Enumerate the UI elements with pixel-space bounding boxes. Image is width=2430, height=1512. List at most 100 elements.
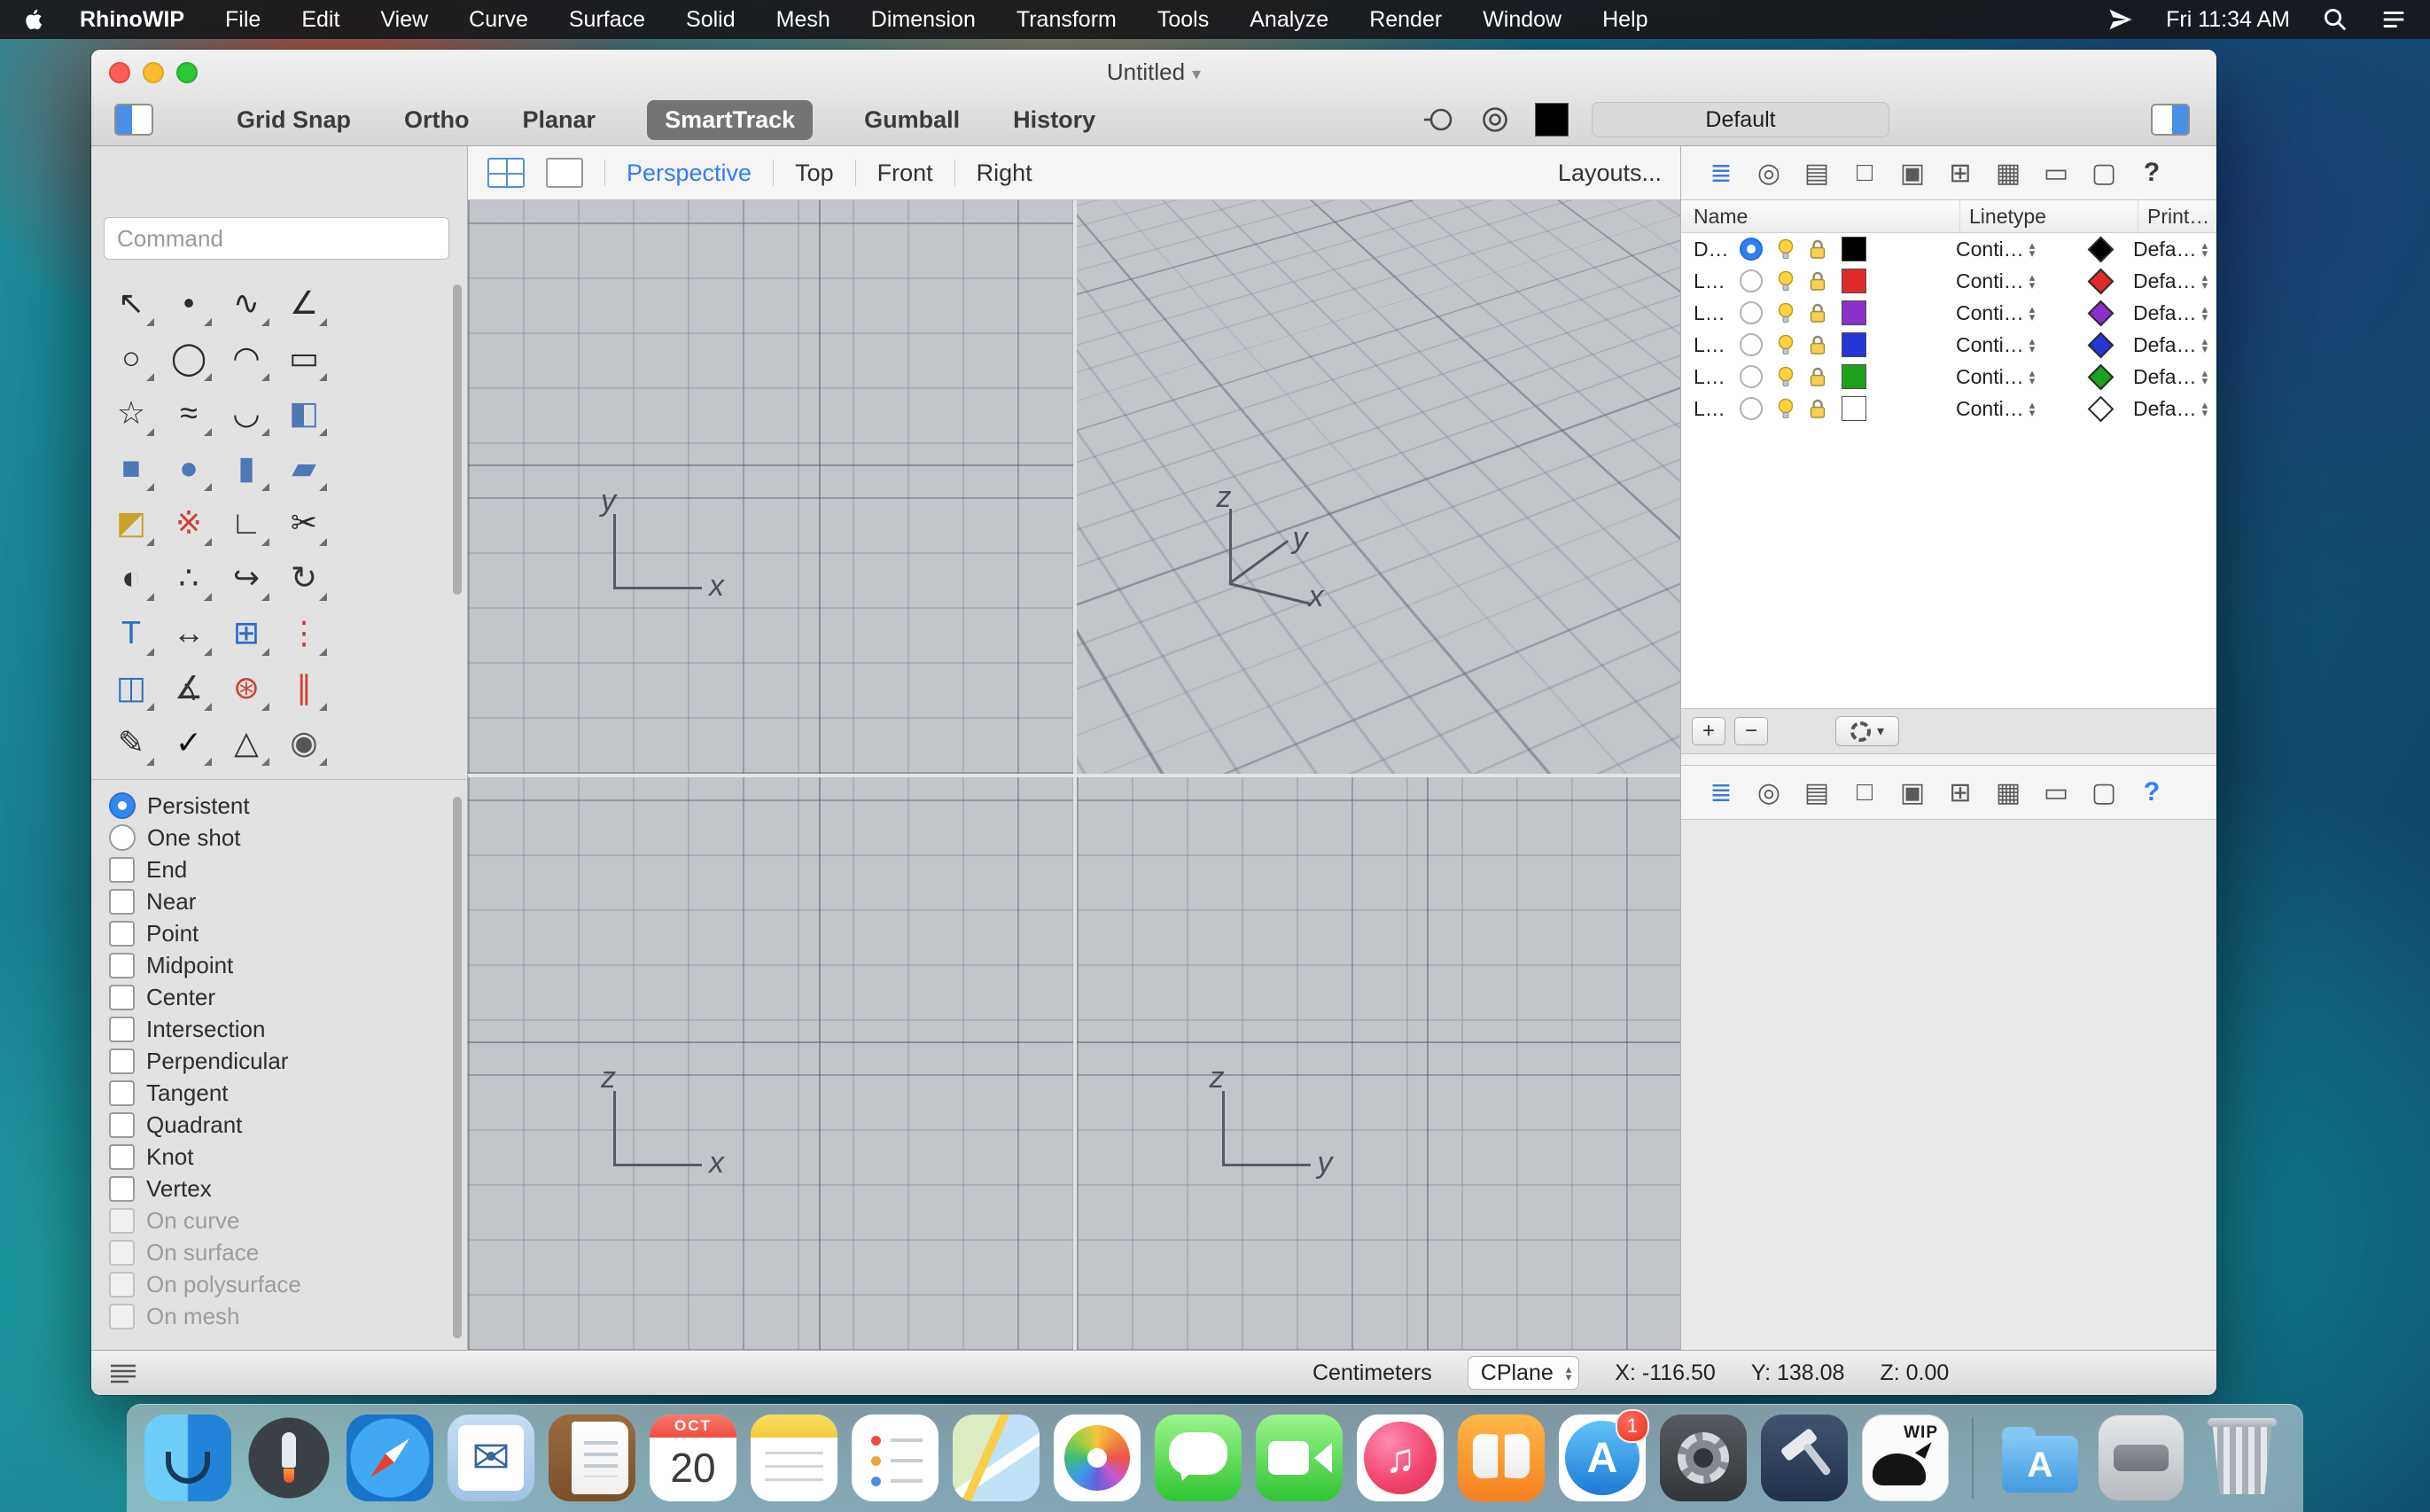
tool-text-object-icon[interactable]: T — [105, 607, 157, 659]
viewport-tab-front[interactable]: Front — [877, 160, 933, 187]
menu-item-solid[interactable]: Solid — [686, 7, 736, 33]
tool-plane-icon[interactable]: ▰ — [278, 442, 330, 494]
viewport-perspective[interactable]: z y x — [1076, 200, 1681, 774]
osnap-mode-persistent[interactable]: Persistent — [109, 790, 439, 822]
menu-item-dimension[interactable]: Dimension — [871, 7, 976, 33]
tool-select-icon[interactable]: ↖ — [105, 277, 157, 329]
layer-row[interactable]: L… Conti… Defa… — [1681, 265, 2216, 297]
checkbox-intersection[interactable] — [109, 1016, 135, 1042]
layer-color-swatch[interactable] — [1842, 300, 1866, 325]
viewport-tab-perspective[interactable]: Perspective — [627, 160, 752, 187]
left-panel-toggle-icon[interactable] — [114, 104, 153, 136]
menu-clock[interactable]: Fri 11:34 AM — [2166, 7, 2290, 33]
menu-item-view[interactable]: View — [380, 7, 428, 33]
panel-materials-icon[interactable]: ▭ — [2036, 777, 2076, 808]
layer-row[interactable]: L… Conti… Defa… — [1681, 297, 2216, 329]
viewport-tab-right[interactable]: Right — [977, 160, 1032, 187]
tool-check-objects-icon[interactable]: ✓ — [163, 717, 214, 768]
delete-layer-button[interactable]: − — [1734, 717, 1768, 745]
dock-photos-icon[interactable] — [1054, 1415, 1141, 1501]
dock-launchpad-icon[interactable] — [245, 1415, 332, 1501]
osnap-scrollbar[interactable] — [453, 797, 462, 1338]
layer-linetype-cell[interactable]: Conti… — [1947, 331, 2124, 358]
layer-print-cell[interactable]: Defa… — [2124, 397, 2216, 421]
tool-rebuild-icon[interactable]: ↻ — [278, 552, 330, 604]
layer-lock-icon[interactable] — [1809, 334, 1826, 356]
dock-safari-icon[interactable] — [347, 1415, 433, 1501]
layer-linetype-cell[interactable]: Conti… — [1947, 300, 2124, 326]
layer-print-cell[interactable]: Defa… — [2124, 365, 2216, 389]
layer-lock-icon[interactable] — [1809, 302, 1826, 324]
tool-lasso-select-icon[interactable]: ◌ — [221, 772, 272, 775]
menu-item-mesh[interactable]: Mesh — [776, 7, 830, 33]
layer-print-cell[interactable]: Defa… — [2124, 269, 2216, 293]
menu-item-window[interactable]: Window — [1483, 7, 1562, 33]
checkbox-midpoint[interactable] — [109, 952, 135, 978]
osnap-center[interactable]: Center — [109, 981, 439, 1013]
right-panel-toggle-icon[interactable] — [2151, 104, 2190, 136]
tool-palette-scrollbar[interactable] — [453, 284, 462, 595]
layer-lock-icon[interactable] — [1809, 366, 1826, 388]
layer-lock-icon[interactable] — [1809, 398, 1826, 420]
radio-one-shot[interactable] — [109, 824, 136, 851]
tool-trim-icon[interactable]: ✂ — [278, 497, 330, 549]
dock-calendar-icon[interactable]: OCT 20 — [650, 1415, 736, 1501]
tool-angle-dimension-icon[interactable]: ∡ — [163, 662, 214, 713]
layer-visibility-bulb-icon[interactable] — [1776, 269, 1795, 292]
panel-display-icon[interactable]: ▢ — [2083, 158, 2124, 189]
dock-contacts-icon[interactable] — [549, 1415, 635, 1501]
osnap-perpendicular[interactable]: Perpendicular — [109, 1045, 439, 1077]
layer-print-cell[interactable]: Defa… — [2124, 333, 2216, 357]
checkbox-vertex[interactable] — [109, 1175, 135, 1202]
cplane-dropdown[interactable]: CPlane — [1467, 1356, 1580, 1390]
tool-polyline-icon[interactable]: ∠ — [278, 277, 330, 329]
dock-notes-icon[interactable] — [751, 1415, 837, 1501]
panel-layers-icon[interactable]: ≣ — [1701, 158, 1741, 189]
tool-fillet-curves-icon[interactable]: ◡ — [221, 387, 272, 439]
osnap-midpoint[interactable]: Midpoint — [109, 949, 439, 981]
dock-maps-icon[interactable] — [953, 1415, 1040, 1501]
panel-layers-icon[interactable]: ≣ — [1701, 777, 1741, 808]
checkbox-quadrant[interactable] — [109, 1111, 135, 1138]
menu-item-file[interactable]: File — [225, 7, 261, 33]
tool-join-icon[interactable]: ↪ — [221, 552, 272, 604]
toolbar-toggle-ortho[interactable]: Ortho — [402, 100, 471, 140]
layer-lock-icon[interactable] — [1809, 270, 1826, 292]
tool-surface-analysis-icon[interactable]: △ — [221, 717, 272, 768]
tool-environment-map-icon[interactable]: ◉ — [278, 717, 330, 768]
add-layer-button[interactable]: + — [1692, 717, 1725, 745]
layer-visibility-bulb-icon[interactable] — [1776, 301, 1795, 324]
window-chrome[interactable]: Untitled Grid SnapOrthoPlanarSmartTrackG… — [91, 50, 2216, 146]
column-header-linetype[interactable]: Linetype — [1969, 205, 2046, 229]
active-color-swatch[interactable] — [1535, 103, 1569, 136]
menu-item-rhinowip[interactable]: RhinoWIP — [80, 7, 184, 33]
tool-rectangle-icon[interactable]: ▭ — [278, 332, 330, 384]
panel-properties-icon[interactable]: ◎ — [1749, 777, 1789, 808]
dock-mail-icon[interactable]: ✉ — [448, 1415, 534, 1501]
layer-row[interactable]: L… Conti… Defa… — [1681, 329, 2216, 361]
four-viewports-icon[interactable] — [487, 158, 525, 188]
toolbar-toggle-gumball[interactable]: Gumball — [862, 100, 962, 140]
layer-current-radio[interactable] — [1740, 365, 1763, 388]
spotlight-icon[interactable] — [2322, 6, 2348, 33]
layer-current-radio[interactable] — [1740, 301, 1763, 324]
layer-current-radio[interactable] — [1740, 238, 1763, 261]
notification-center-icon[interactable] — [2380, 6, 2407, 33]
tool-ellipse-icon[interactable]: ◯ — [163, 332, 214, 384]
stepper-icon[interactable] — [2202, 273, 2208, 289]
command-input[interactable] — [115, 223, 438, 253]
layer-visibility-bulb-icon[interactable] — [1776, 333, 1795, 356]
dock-diskimage-icon[interactable] — [2098, 1415, 2185, 1501]
tool-explode-icon[interactable]: ※ — [163, 497, 214, 549]
osnap-end[interactable]: End — [109, 853, 439, 885]
display-mode-dropdown[interactable]: Default — [1592, 102, 1889, 137]
tool-circle-deformable-icon[interactable]: ◦ — [105, 772, 157, 775]
dock-reminders-icon[interactable] — [852, 1415, 939, 1501]
layer-current-radio[interactable] — [1740, 397, 1763, 420]
title-chevron-icon[interactable] — [1192, 58, 1201, 86]
menu-item-render[interactable]: Render — [1369, 7, 1442, 33]
stepper-icon[interactable] — [2202, 305, 2208, 321]
units-label[interactable]: Centimeters — [1312, 1360, 1432, 1386]
checkbox-point[interactable] — [109, 920, 135, 947]
layer-color-swatch[interactable] — [1842, 364, 1866, 389]
